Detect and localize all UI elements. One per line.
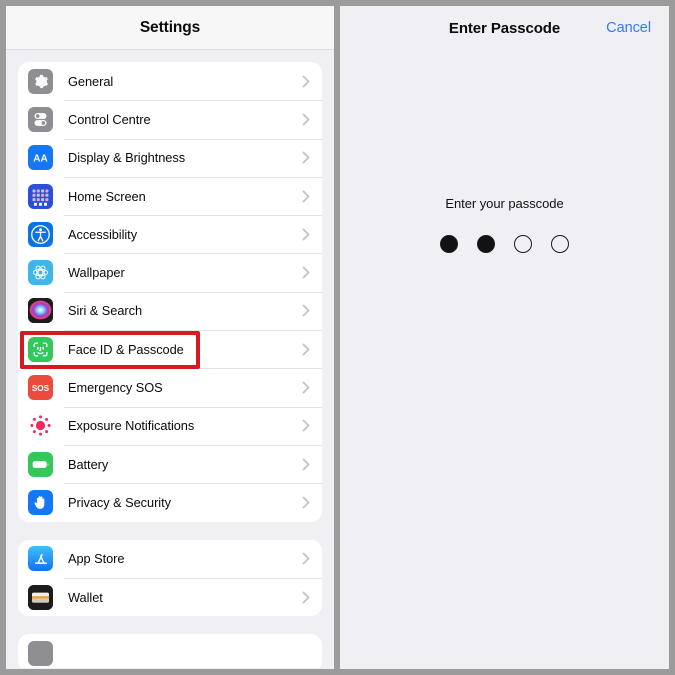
home-screen-icon: [28, 183, 53, 209]
settings-group-stores: App Store Wallet: [18, 539, 322, 617]
chevron-right-icon: [302, 151, 312, 164]
emergency-sos-icon: SOS: [28, 375, 53, 401]
wallpaper-icon: [28, 260, 53, 286]
chevron-right-icon: [302, 228, 312, 241]
device-frame: Settings General Control Centre AA Displ…: [0, 0, 675, 675]
control-centre-icon: [28, 106, 53, 132]
sidebar-item-wallpaper[interactable]: Wallpaper: [18, 253, 322, 292]
siri-icon: [28, 298, 53, 324]
settings-list-scroll[interactable]: General Control Centre AA Display & Brig…: [6, 50, 334, 668]
sidebar-item-privacy-security[interactable]: Privacy & Security: [18, 483, 322, 522]
sidebar-item-label: Wallet: [68, 589, 103, 605]
sidebar-item-control-centre[interactable]: Control Centre: [18, 100, 322, 139]
sidebar-item-label: Exposure Notifications: [68, 418, 195, 434]
sidebar-item-label: Privacy & Security: [68, 494, 171, 510]
sidebar-item-label: Accessibility: [68, 226, 138, 242]
sidebar-item-app-store[interactable]: App Store: [18, 539, 322, 578]
chevron-right-icon: [302, 552, 312, 565]
chevron-right-icon: [302, 591, 312, 604]
sidebar-item-label: Siri & Search: [68, 303, 143, 319]
sidebar-item-accessibility[interactable]: Accessibility: [18, 215, 322, 254]
passcode-dot-4: [551, 235, 569, 253]
sidebar-item-exposure-notifications[interactable]: Exposure Notifications: [18, 406, 322, 445]
sidebar-item-label: Face ID & Passcode: [68, 341, 184, 357]
sidebar-item-partial[interactable]: [18, 634, 322, 668]
sidebar-item-label: App Store: [68, 551, 125, 567]
sidebar-item-face-id-passcode[interactable]: Face ID & Passcode: [18, 330, 322, 369]
sidebar-item-siri-search[interactable]: Siri & Search: [18, 291, 322, 331]
chevron-right-icon: [302, 458, 312, 471]
passcode-header: Enter Passcode Cancel: [340, 6, 669, 50]
sidebar-item-label: Display & Brightness: [68, 150, 186, 166]
settings-group-partial: [18, 634, 322, 668]
battery-icon: [28, 451, 53, 477]
placeholder-app-icon: [28, 640, 53, 666]
passcode-dot-3: [514, 235, 532, 253]
sidebar-item-home-screen[interactable]: Home Screen: [18, 176, 322, 216]
passcode-prompt: Enter your passcode: [445, 196, 564, 211]
privacy-hand-icon: [28, 489, 53, 515]
passcode-title: Enter Passcode: [448, 19, 561, 37]
chevron-right-icon: [302, 496, 312, 509]
settings-header: Settings: [6, 6, 334, 50]
app-store-icon: [28, 546, 53, 572]
svg-text:AA: AA: [33, 154, 47, 165]
sidebar-item-emergency-sos[interactable]: SOS Emergency SOS: [18, 368, 322, 407]
chevron-right-icon: [302, 190, 312, 203]
passcode-dot-2: [477, 235, 495, 253]
exposure-notifications-icon: [28, 413, 53, 439]
chevron-right-icon: [302, 343, 312, 356]
settings-group-main: General Control Centre AA Display & Brig…: [18, 62, 322, 522]
sidebar-item-battery[interactable]: Battery: [18, 444, 322, 484]
sidebar-item-label: Emergency SOS: [68, 380, 163, 396]
svg-text:SOS: SOS: [32, 384, 50, 393]
chevron-right-icon: [302, 75, 312, 88]
page-title: Settings: [139, 18, 201, 36]
sidebar-item-label: Home Screen: [68, 188, 146, 204]
passcode-dot-1: [440, 235, 458, 253]
sidebar-item-general[interactable]: General: [18, 62, 322, 101]
sidebar-item-display-brightness[interactable]: AA Display & Brightness: [18, 138, 322, 177]
chevron-right-icon: [302, 113, 312, 126]
sidebar-item-wallet[interactable]: Wallet: [18, 577, 322, 617]
chevron-right-icon: [302, 266, 312, 279]
passcode-panel: Enter Passcode Cancel Enter your passcod…: [340, 6, 669, 669]
sidebar-item-label: General: [68, 73, 114, 89]
chevron-right-icon: [302, 419, 312, 432]
settings-panel: Settings General Control Centre AA Displ…: [6, 6, 334, 669]
passcode-dots[interactable]: [440, 235, 569, 253]
display-brightness-icon: AA: [28, 145, 53, 171]
chevron-right-icon: [302, 304, 312, 317]
accessibility-icon: [28, 221, 53, 247]
chevron-right-icon: [302, 381, 312, 394]
screen: Settings General Control Centre AA Displ…: [6, 6, 669, 669]
sidebar-item-label: Control Centre: [68, 111, 151, 127]
gear-icon: [28, 68, 53, 94]
face-id-icon: [28, 336, 53, 362]
sidebar-item-label: Wallpaper: [68, 265, 125, 281]
passcode-body: Enter your passcode: [340, 196, 669, 253]
wallet-icon: [28, 584, 53, 610]
sidebar-item-label: Battery: [68, 456, 109, 472]
cancel-button[interactable]: Cancel: [606, 20, 651, 36]
